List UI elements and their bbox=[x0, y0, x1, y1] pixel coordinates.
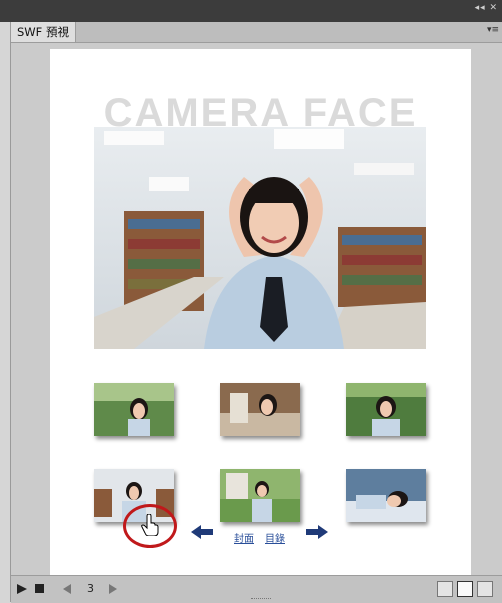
playback-control-bar: 3 bbox=[11, 575, 502, 603]
thumbnail-5[interactable] bbox=[220, 469, 300, 522]
fit-stage-icon[interactable] bbox=[437, 581, 453, 597]
previous-frame-icon[interactable] bbox=[63, 584, 71, 594]
window-top-bar: ◂◂ ✕ bbox=[0, 0, 502, 22]
collapse-panel-button[interactable]: ◂◂ ✕ bbox=[475, 3, 498, 13]
page-view-icon[interactable] bbox=[457, 581, 473, 597]
swf-stage: CAMERA FACE 封面 目錄 bbox=[50, 49, 471, 577]
swf-preview-panel: SWF 預視 ▾≡ CAMERA FACE 封面 目錄 3 bbox=[10, 22, 502, 603]
contents-link[interactable]: 目錄 bbox=[265, 530, 285, 545]
duplicate-view-icon[interactable] bbox=[477, 581, 493, 597]
stop-icon[interactable] bbox=[35, 584, 44, 593]
thumbnail-2[interactable] bbox=[220, 383, 300, 436]
previous-page-arrow-icon[interactable] bbox=[191, 525, 213, 539]
frame-number: 3 bbox=[87, 582, 94, 595]
panel-tab-strip: SWF 預視 ▾≡ bbox=[11, 22, 502, 43]
hero-photo bbox=[94, 127, 426, 349]
hand-cursor-icon bbox=[141, 514, 159, 536]
panel-menu-icon[interactable]: ▾≡ bbox=[487, 25, 499, 35]
next-frame-icon[interactable] bbox=[109, 584, 117, 594]
cover-link[interactable]: 封面 bbox=[234, 530, 254, 545]
next-page-arrow-icon[interactable] bbox=[306, 525, 328, 539]
resize-grip[interactable] bbox=[251, 598, 271, 601]
play-icon[interactable] bbox=[17, 584, 27, 594]
preview-area: CAMERA FACE 封面 目錄 bbox=[11, 43, 502, 577]
thumbnail-6[interactable] bbox=[346, 469, 426, 522]
thumbnail-3[interactable] bbox=[346, 383, 426, 436]
tab-swf-preview[interactable]: SWF 預視 bbox=[11, 22, 76, 42]
thumbnail-1[interactable] bbox=[94, 383, 174, 436]
